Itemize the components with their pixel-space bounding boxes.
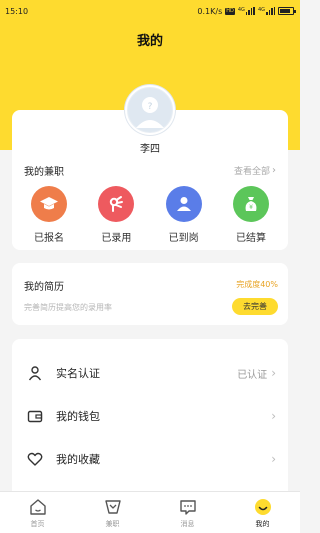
job-status-label: 已结算	[235, 233, 266, 244]
job-status-label: 已报名	[34, 233, 64, 244]
battery-icon	[278, 7, 296, 15]
user-avatar-icon: ?	[128, 88, 172, 132]
job-status-label: 已录用	[101, 233, 132, 244]
tab-home[interactable]: 首页	[0, 492, 75, 533]
page-title: 我的	[136, 34, 163, 49]
job-icon	[103, 497, 123, 517]
heart-icon	[26, 450, 44, 468]
job-status-list: 已报名 已录用 已到岗 ¥ 已结算	[24, 186, 276, 244]
hand-ok-icon	[98, 186, 135, 222]
tab-messages[interactable]: 消息	[150, 492, 225, 533]
net-speed: 0.1K/s	[197, 6, 223, 16]
status-bar: 15:10 0.1K/s HD 4G 4G	[0, 0, 300, 22]
menu-item-label: 实名认证	[56, 367, 100, 380]
bottom-tab-bar: 首页 兼职 消息 我的	[0, 491, 300, 533]
tab-label: 首页	[30, 520, 45, 528]
resume-title: 我的简历	[24, 282, 64, 293]
status-indicators: 0.1K/s HD 4G 4G	[197, 6, 296, 16]
hd-badge: HD	[225, 7, 235, 15]
menu-item-label: 我的收藏	[56, 453, 100, 466]
job-status-registered[interactable]: 已报名	[24, 186, 74, 244]
menu-item-wallet[interactable]: 我的钱包 ›	[12, 395, 288, 437]
resume-card: 我的简历 完成度40% 完善简历提高您的录用率 去完善	[12, 263, 288, 325]
tab-label: 兼职	[105, 520, 120, 528]
wallet-icon	[26, 407, 44, 425]
person-outline-icon	[26, 364, 44, 382]
resume-progress: 完成度40%	[236, 280, 278, 289]
verification-status: 已认证	[237, 369, 268, 381]
money-bag-icon: ¥	[232, 186, 269, 222]
home-icon	[28, 497, 48, 517]
job-status-onboard[interactable]: 已到岗	[159, 186, 209, 244]
message-icon	[178, 497, 198, 517]
job-status-label: 已到岗	[168, 233, 199, 244]
signal-icon-2: 4G	[258, 7, 275, 15]
menu-item-favorites[interactable]: 我的收藏 ›	[12, 438, 288, 480]
jobs-section-header: 我的兼职 查看全部 ›	[24, 163, 276, 178]
job-status-settled[interactable]: ¥ 已结算	[226, 186, 276, 244]
chevron-right-icon: ›	[272, 165, 276, 176]
svg-text:?: ?	[148, 102, 153, 112]
chevron-right-icon: ›	[271, 452, 276, 466]
tab-jobs[interactable]: 兼职	[75, 492, 150, 533]
menu-item-label: 我的钱包	[56, 410, 100, 423]
menu-card: 实名认证 已认证 › 我的钱包 › 我的收藏 ›	[12, 339, 288, 499]
graduation-cap-icon	[31, 186, 67, 222]
avatar[interactable]: ?	[125, 85, 175, 135]
menu-item-verification[interactable]: 实名认证 已认证 ›	[12, 352, 288, 394]
signal-icon: 4G	[238, 7, 255, 15]
complete-resume-button[interactable]: 去完善	[232, 298, 278, 315]
chevron-right-icon: ›	[271, 409, 276, 423]
tab-label: 我的	[255, 520, 270, 528]
chevron-right-icon: ›	[271, 366, 276, 380]
tab-mine[interactable]: 我的	[225, 492, 300, 533]
user-name: 李四	[140, 144, 160, 155]
job-status-hired[interactable]: 已录用	[91, 186, 141, 244]
person-icon	[165, 186, 202, 222]
smiley-icon	[253, 497, 273, 517]
svg-text:¥: ¥	[249, 204, 253, 211]
tab-label: 消息	[180, 520, 195, 528]
jobs-section-title: 我的兼职	[24, 167, 64, 178]
resume-hint: 完善简历提高您的录用率	[24, 303, 112, 312]
status-time: 15:10	[5, 6, 29, 16]
view-all-link[interactable]: 查看全部 ›	[234, 164, 276, 177]
